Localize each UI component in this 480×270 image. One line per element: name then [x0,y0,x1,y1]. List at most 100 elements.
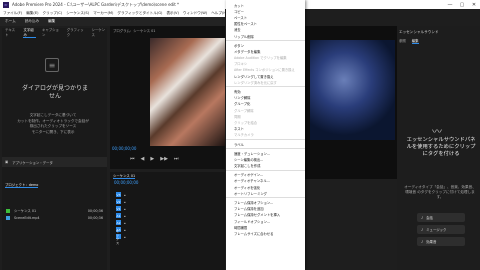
item-duration: 00;00;36 [87,208,103,213]
tag-button-label: 効果音 [426,240,437,244]
menu-item[interactable]: 編集(E) [26,11,38,16]
tag-icon: ♪ [421,227,424,232]
timeline-track: A1 🔒︎ [110,212,225,219]
menu-separator [226,169,305,171]
context-menu-item: マルチカメラ [234,133,254,138]
essential-sound-headline: エッセンシャルサウンドパネルを使用するためにクリップにタグを付ける [406,137,476,157]
text-panel-tab[interactable]: 文字組み [23,27,36,38]
text-panel-tab[interactable]: グラフィック [67,27,86,37]
tag-icon: ♪ [421,239,424,244]
track-target-toggle[interactable]: A1 [116,213,121,218]
timeline-title: シーケンス 01 [113,174,136,179]
empty-description: 文字起こしデータに基づいて カットを制作。オーディオトラックで会話が 検出された… [17,113,89,134]
window-controls: — ▢ ✕ [444,0,480,9]
program-timecode[interactable]: 00;00;00;00 [112,146,136,151]
timeline-track: V3 🔒︎ [110,191,225,198]
workspace-tab[interactable]: 読み込み [25,19,39,24]
waveform-icon: 〰 [432,127,442,138]
menu-separator [226,138,305,140]
project-panel: プロジェクト：demo シーケンス 01 00;00;36 SceneEdit.mp… [2,181,107,270]
tag-button-label: 会話 [426,216,433,220]
context-menu-item[interactable]: 文字起こしを作成 [226,163,305,169]
track-lock-icon[interactable]: 🔒︎ [124,200,126,204]
menu-item[interactable]: ファイル(F) [3,11,22,16]
label-color-swatch [6,215,10,220]
track-target-toggle[interactable]: ミックス [116,229,121,245]
playback-control-icon[interactable]: ⏮ [130,156,135,162]
menu-item[interactable]: ヘルプ(H) [211,11,225,16]
track-lock-icon[interactable]: 🔒︎ [124,235,126,239]
context-menu-item[interactable]: ラベル [226,141,305,147]
timeline-track: A2 🔒︎ [110,219,225,226]
item-name: シーケンス 01 [14,209,37,213]
context-menu-item[interactable]: フレームサイズに合わせる [226,230,305,236]
context-menu-item[interactable]: オートリフレーミング [226,190,305,196]
item-name: SceneEdit.mp4 [14,215,40,220]
menu-item[interactable]: シーケンス(S) [66,11,89,16]
label-color-swatch [6,208,10,213]
timeline-track: A3 🔒︎ [110,226,225,233]
window-title: Adobe Premiere Pro 2024 - C:\ユーザー\ALPC G… [12,1,180,7]
menu-item[interactable]: グラフィックとタイトル(G) [117,11,162,16]
essential-sound-tabs: 参照 編集 [399,38,419,44]
workspace-tab[interactable]: ホーム [5,19,16,24]
menu-bar: ファイル(F) 編集(E) クリップ(C) シーケンス(S) マーカー(M) グラフィック… [0,9,225,17]
track-target-toggle[interactable]: V1 [116,206,121,211]
track-target-toggle[interactable]: A2 [116,220,121,225]
track-lock-icon[interactable]: 🔒︎ [124,193,126,197]
menu-separator [226,86,305,88]
menu-item[interactable]: マーカー(M) [93,11,113,16]
tag-button[interactable]: ♪ 会話 [417,213,465,222]
essential-sound-tab[interactable]: 参照 [399,38,406,44]
item-duration: 00;00;36 [87,215,103,220]
text-panel-tabs: テキスト 文字組み キャプション グラフィック シーケンス [2,27,108,38]
essential-sound-title: エッセンシャルサウンド [399,30,439,34]
source-video-frame [310,40,395,140]
tag-button[interactable]: ♪ 効果音 [417,237,465,246]
playback-controls: ⏮ ◀ ▶ ▶▶ ⏭ [130,156,178,162]
timeline-panel: シーケンス 01 00;00;00;00 V3 🔒︎ V2 🔒︎ V1 🔒︎ A1 🔒︎ A2 🔒… [110,172,225,270]
tag-button-label: ミュージック [426,228,447,232]
workspace-tab[interactable]: 編集 [48,19,55,24]
timeline-track: V1 🔒︎ [110,205,225,212]
empty-heading: ダイアログが見つかりません [21,85,88,100]
menu-item[interactable]: 表示(V) [166,11,178,16]
track-lock-icon[interactable]: 🔒︎ [124,221,126,225]
menu-item[interactable]: クリップ(C) [43,11,63,16]
menu-separator [226,40,305,42]
menu-item[interactable]: ウィンドウ(W) [183,11,207,16]
addon-bar: ▣ アプリケーション・データ [2,157,107,167]
timeline-timecode[interactable]: 00;00;00;00 [110,180,225,185]
list-item[interactable]: シーケンス 01 00;00;36 [2,207,107,214]
close-icon[interactable]: ✕ [468,0,480,9]
list-item[interactable]: SceneEdit.mp4 00;00;36 [2,214,107,221]
project-title: プロジェクト：demo [5,183,39,188]
program-video-frame [150,38,225,146]
tag-button[interactable]: ♪ ミュージック [417,225,465,234]
minimize-icon[interactable]: — [444,0,456,9]
track-target-toggle[interactable]: V2 [116,199,121,204]
playback-control-icon[interactable]: ▶ [150,156,154,162]
track-lock-icon[interactable]: 🔒︎ [124,214,126,218]
timeline-track: V2 🔒︎ [110,198,225,205]
text-panel-tab[interactable]: シーケンス [92,27,108,37]
context-menu: カット コピー ペースト 属性をペースト 消去 リップル削除 ボタン メタデータを編集 Adob… [226,0,305,270]
track-lock-icon[interactable]: 🔒︎ [124,228,126,232]
context-menu-item: レンダリング済みを元に戻す [234,80,277,85]
essential-sound-tab[interactable]: 編集 [411,38,419,44]
track-target-toggle[interactable]: V3 [116,192,121,197]
essential-sound-sub: オーディオタイプ「会話」、音楽、効果音、環境音 のタグをクリップに付けて処理しま… [404,185,476,199]
context-menu-item[interactable]: リップル削除 [226,33,305,39]
menu-separator [226,148,305,150]
text-panel-tab[interactable]: キャプション [42,27,61,37]
playback-control-icon[interactable]: ▶▶ [160,156,168,162]
transcript-empty-icon: ≡ [45,58,59,72]
text-panel-tab[interactable]: テキスト [5,27,17,37]
tag-buttons: ♪ 会話 ♪ ミュージック ♪ 効果音 [417,213,465,246]
track-lock-icon[interactable]: 🔒︎ [124,207,126,211]
context-menu-item: After Effects コンポジションに置き換え [234,68,295,73]
menu-separator [226,197,305,199]
playback-control-icon[interactable]: ⏭ [174,156,179,162]
maximize-icon[interactable]: ▢ [456,0,468,9]
playback-control-icon[interactable]: ◀ [141,156,145,162]
